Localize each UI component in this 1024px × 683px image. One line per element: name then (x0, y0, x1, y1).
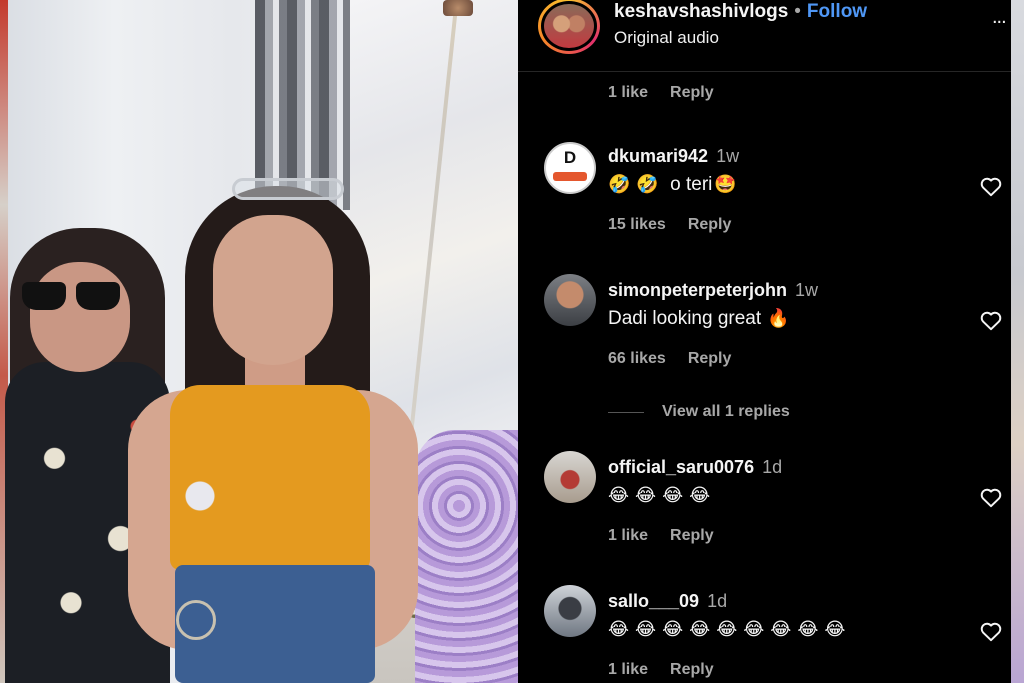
commenter-username[interactable]: simonpeterpeterjohn (608, 280, 787, 300)
commenter-username[interactable]: official_saru0076 (608, 457, 754, 477)
like-count[interactable]: 1 like (608, 661, 648, 678)
commenter-name-row: dkumari942 1w (608, 146, 739, 167)
like-count[interactable]: 1 like (608, 84, 648, 101)
comment-meta: 15 likes Reply (608, 216, 731, 234)
sunglasses (22, 282, 122, 312)
commenter-name-row: sallo___09 1d (608, 591, 727, 612)
more-options-icon[interactable]: ... (992, 6, 1007, 29)
emoji: 😂 (797, 619, 819, 640)
separator-dot: • (794, 1, 801, 22)
comment-text: Dadi looking great 🔥 (608, 308, 796, 330)
glasses-on-head (232, 178, 344, 200)
comment-age: 1d (762, 457, 783, 477)
emoji: 🤩 (714, 174, 737, 195)
comment-meta: 1 like Reply (608, 84, 714, 102)
heart-icon[interactable] (978, 618, 1004, 644)
like-count[interactable]: 15 likes (608, 216, 666, 233)
comment-meta: 66 likes Reply (608, 350, 731, 368)
adjacent-video-edge (1011, 0, 1024, 683)
reply-button[interactable]: Reply (688, 216, 732, 233)
commenter-avatar[interactable] (544, 451, 596, 503)
emoji: 😂 (608, 619, 630, 640)
comment-body: Dadi looking great (608, 308, 762, 329)
comments-panel: keshavshashivlogs • Follow Original audi… (518, 0, 1011, 683)
emoji: 🔥 (767, 308, 790, 329)
view-replies-button[interactable]: View all 1 replies (608, 403, 790, 421)
avatar-brand-mark (553, 172, 587, 181)
commenter-avatar[interactable]: D (544, 142, 596, 194)
comment-body: o teri (670, 174, 713, 195)
comment-text: 😂 😂 😂 😂 (608, 485, 716, 507)
person-center-top (170, 385, 370, 570)
emoji: 😂 (635, 485, 657, 506)
reply-button[interactable]: Reply (670, 661, 714, 678)
reply-button[interactable]: Reply (670, 527, 714, 544)
person-center-face (213, 215, 333, 365)
reply-button[interactable]: Reply (670, 84, 714, 101)
follow-button[interactable]: Follow (807, 1, 867, 23)
emoji: 🤣 (636, 174, 659, 195)
comment-age: 1w (795, 280, 819, 300)
heart-icon[interactable] (978, 484, 1004, 510)
comment-age: 1w (716, 146, 740, 166)
commenter-username[interactable]: sallo___09 (608, 591, 699, 611)
replies-divider (608, 411, 644, 413)
view-replies-label: View all 1 replies (662, 403, 790, 420)
like-count[interactable]: 66 likes (608, 350, 666, 367)
heart-icon[interactable] (978, 173, 1004, 199)
comment-meta: 1 like Reply (608, 661, 714, 679)
commenter-username[interactable]: dkumari942 (608, 146, 708, 166)
emoji: 😂 (743, 619, 765, 640)
commenter-name-row: simonpeterpeterjohn 1w (608, 280, 818, 301)
avatar-letter: D (563, 148, 577, 167)
video-player[interactable] (0, 0, 518, 683)
commenter-name-row: official_saru0076 1d (608, 457, 782, 478)
emoji: 😂 (770, 619, 792, 640)
emoji: 😂 (824, 619, 846, 640)
bracelet (176, 600, 216, 640)
heart-icon[interactable] (978, 307, 1004, 333)
emoji: 😂 (689, 619, 711, 640)
comment-text: 🤣 🤣 o teri 🤩 (608, 174, 743, 196)
person-left-face (30, 262, 130, 372)
author-username[interactable]: keshavshashivlogs (614, 1, 788, 23)
person-right-clothing (415, 430, 518, 683)
emoji: 😂 (662, 619, 684, 640)
emoji: 😂 (716, 619, 738, 640)
comment-meta: 1 like Reply (608, 527, 714, 545)
emoji: 😂 (608, 485, 630, 506)
emoji: 😂 (662, 485, 684, 506)
emoji: 😂 (689, 485, 711, 506)
author-avatar[interactable] (538, 0, 600, 54)
commenter-avatar[interactable] (544, 274, 596, 326)
comment-age: 1d (707, 591, 728, 611)
reply-button[interactable]: Reply (688, 350, 732, 367)
like-count[interactable]: 1 like (608, 527, 648, 544)
post-header: keshavshashivlogs • Follow Original audi… (518, 0, 1011, 72)
author-row: keshavshashivlogs • Follow (614, 0, 867, 24)
watermark-logo (443, 0, 473, 16)
emoji: 😂 (635, 619, 657, 640)
audio-label[interactable]: Original audio (614, 28, 719, 48)
commenter-avatar[interactable] (544, 585, 596, 637)
comment-text: 😂 😂 😂 😂 😂 😂 😂 😂 😂 (608, 619, 851, 641)
channel-watermark (426, 0, 490, 26)
emoji: 🤣 (608, 174, 631, 195)
